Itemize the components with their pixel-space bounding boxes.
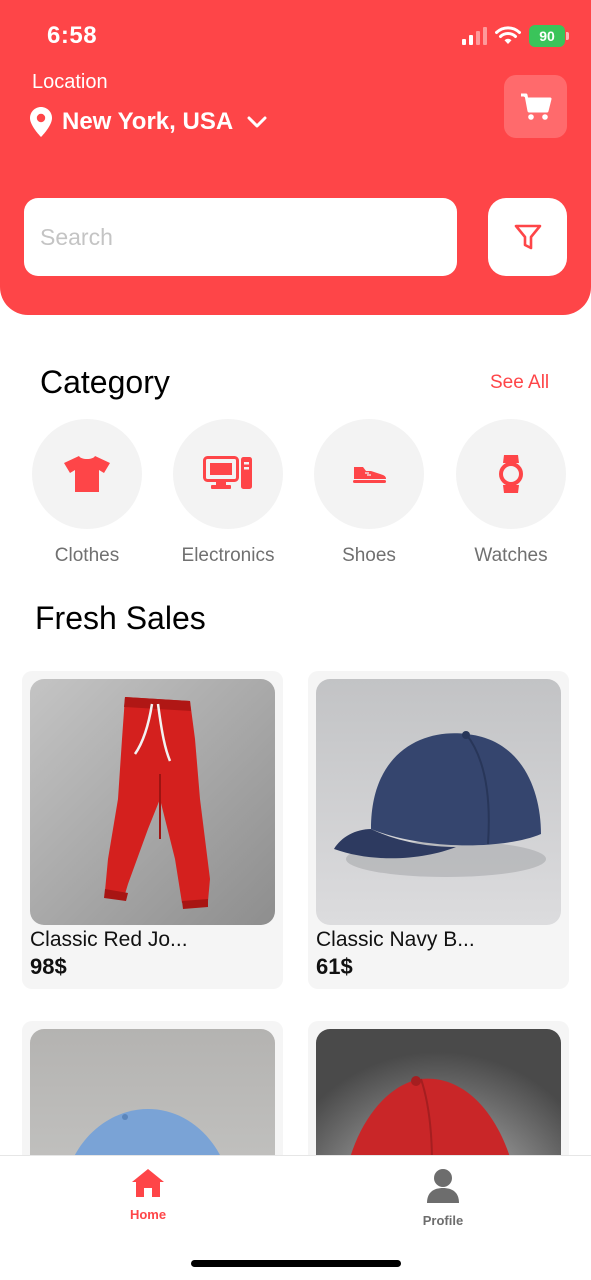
search-input[interactable] — [24, 198, 457, 276]
category-item-watches[interactable]: Watches — [441, 419, 581, 567]
product-image-red-joggers — [30, 679, 275, 925]
watch-icon — [499, 455, 523, 493]
nav-item-home[interactable]: Home — [88, 1168, 208, 1222]
filter-icon — [514, 224, 541, 250]
category-label: Watches — [474, 545, 548, 566]
product-card[interactable]: Classic Navy B... 61$ — [308, 671, 569, 989]
chevron-down-icon — [247, 116, 267, 128]
header: 6:58 90 Location New York, USA — [0, 0, 591, 315]
app-screen: 6:58 90 Location New York, USA Search Ca… — [0, 0, 591, 1280]
nav-label: Home — [129, 1207, 167, 1222]
battery-level: 90 — [539, 28, 555, 44]
category-label: Electronics — [181, 545, 275, 566]
tshirt-icon — [64, 456, 110, 492]
see-all-link[interactable]: See All — [490, 372, 549, 394]
category-item-electronics[interactable]: Electronics — [158, 419, 298, 567]
nav-item-profile[interactable]: Profile — [383, 1168, 503, 1228]
battery-icon: 90 — [529, 25, 569, 47]
wifi-icon — [495, 26, 521, 44]
cart-button[interactable] — [504, 75, 567, 138]
person-icon — [427, 1169, 459, 1203]
category-item-shoes[interactable]: Shoes — [299, 419, 439, 567]
location-label: Location — [32, 71, 108, 93]
category-label: Clothes — [54, 545, 120, 566]
product-name: Classic Navy B... — [316, 928, 475, 951]
category-label: Shoes — [342, 545, 396, 566]
category-item-clothes[interactable]: Clothes — [17, 419, 157, 567]
product-image-navy-cap — [316, 679, 561, 925]
location-value: New York, USA — [62, 108, 234, 135]
status-icons: 90 — [462, 24, 569, 48]
product-name: Classic Red Jo... — [30, 928, 188, 951]
cart-icon — [520, 93, 551, 120]
product-card[interactable]: Classic Red Jo... 98$ — [22, 671, 283, 989]
shoe-icon — [353, 467, 386, 483]
signal-icon — [462, 27, 487, 45]
computer-icon — [203, 456, 252, 489]
category-title: Category — [40, 364, 170, 400]
home-indicator — [191, 1260, 401, 1267]
location-selector[interactable]: New York, USA — [30, 107, 267, 137]
nav-label: Profile — [422, 1213, 464, 1228]
product-price: 61$ — [316, 954, 353, 979]
filter-button[interactable] — [488, 198, 567, 276]
home-icon — [132, 1169, 164, 1197]
status-time: 6:58 — [47, 22, 98, 49]
fresh-sales-title: Fresh Sales — [35, 600, 206, 636]
product-price: 98$ — [30, 954, 67, 979]
location-pin-icon — [30, 107, 52, 137]
